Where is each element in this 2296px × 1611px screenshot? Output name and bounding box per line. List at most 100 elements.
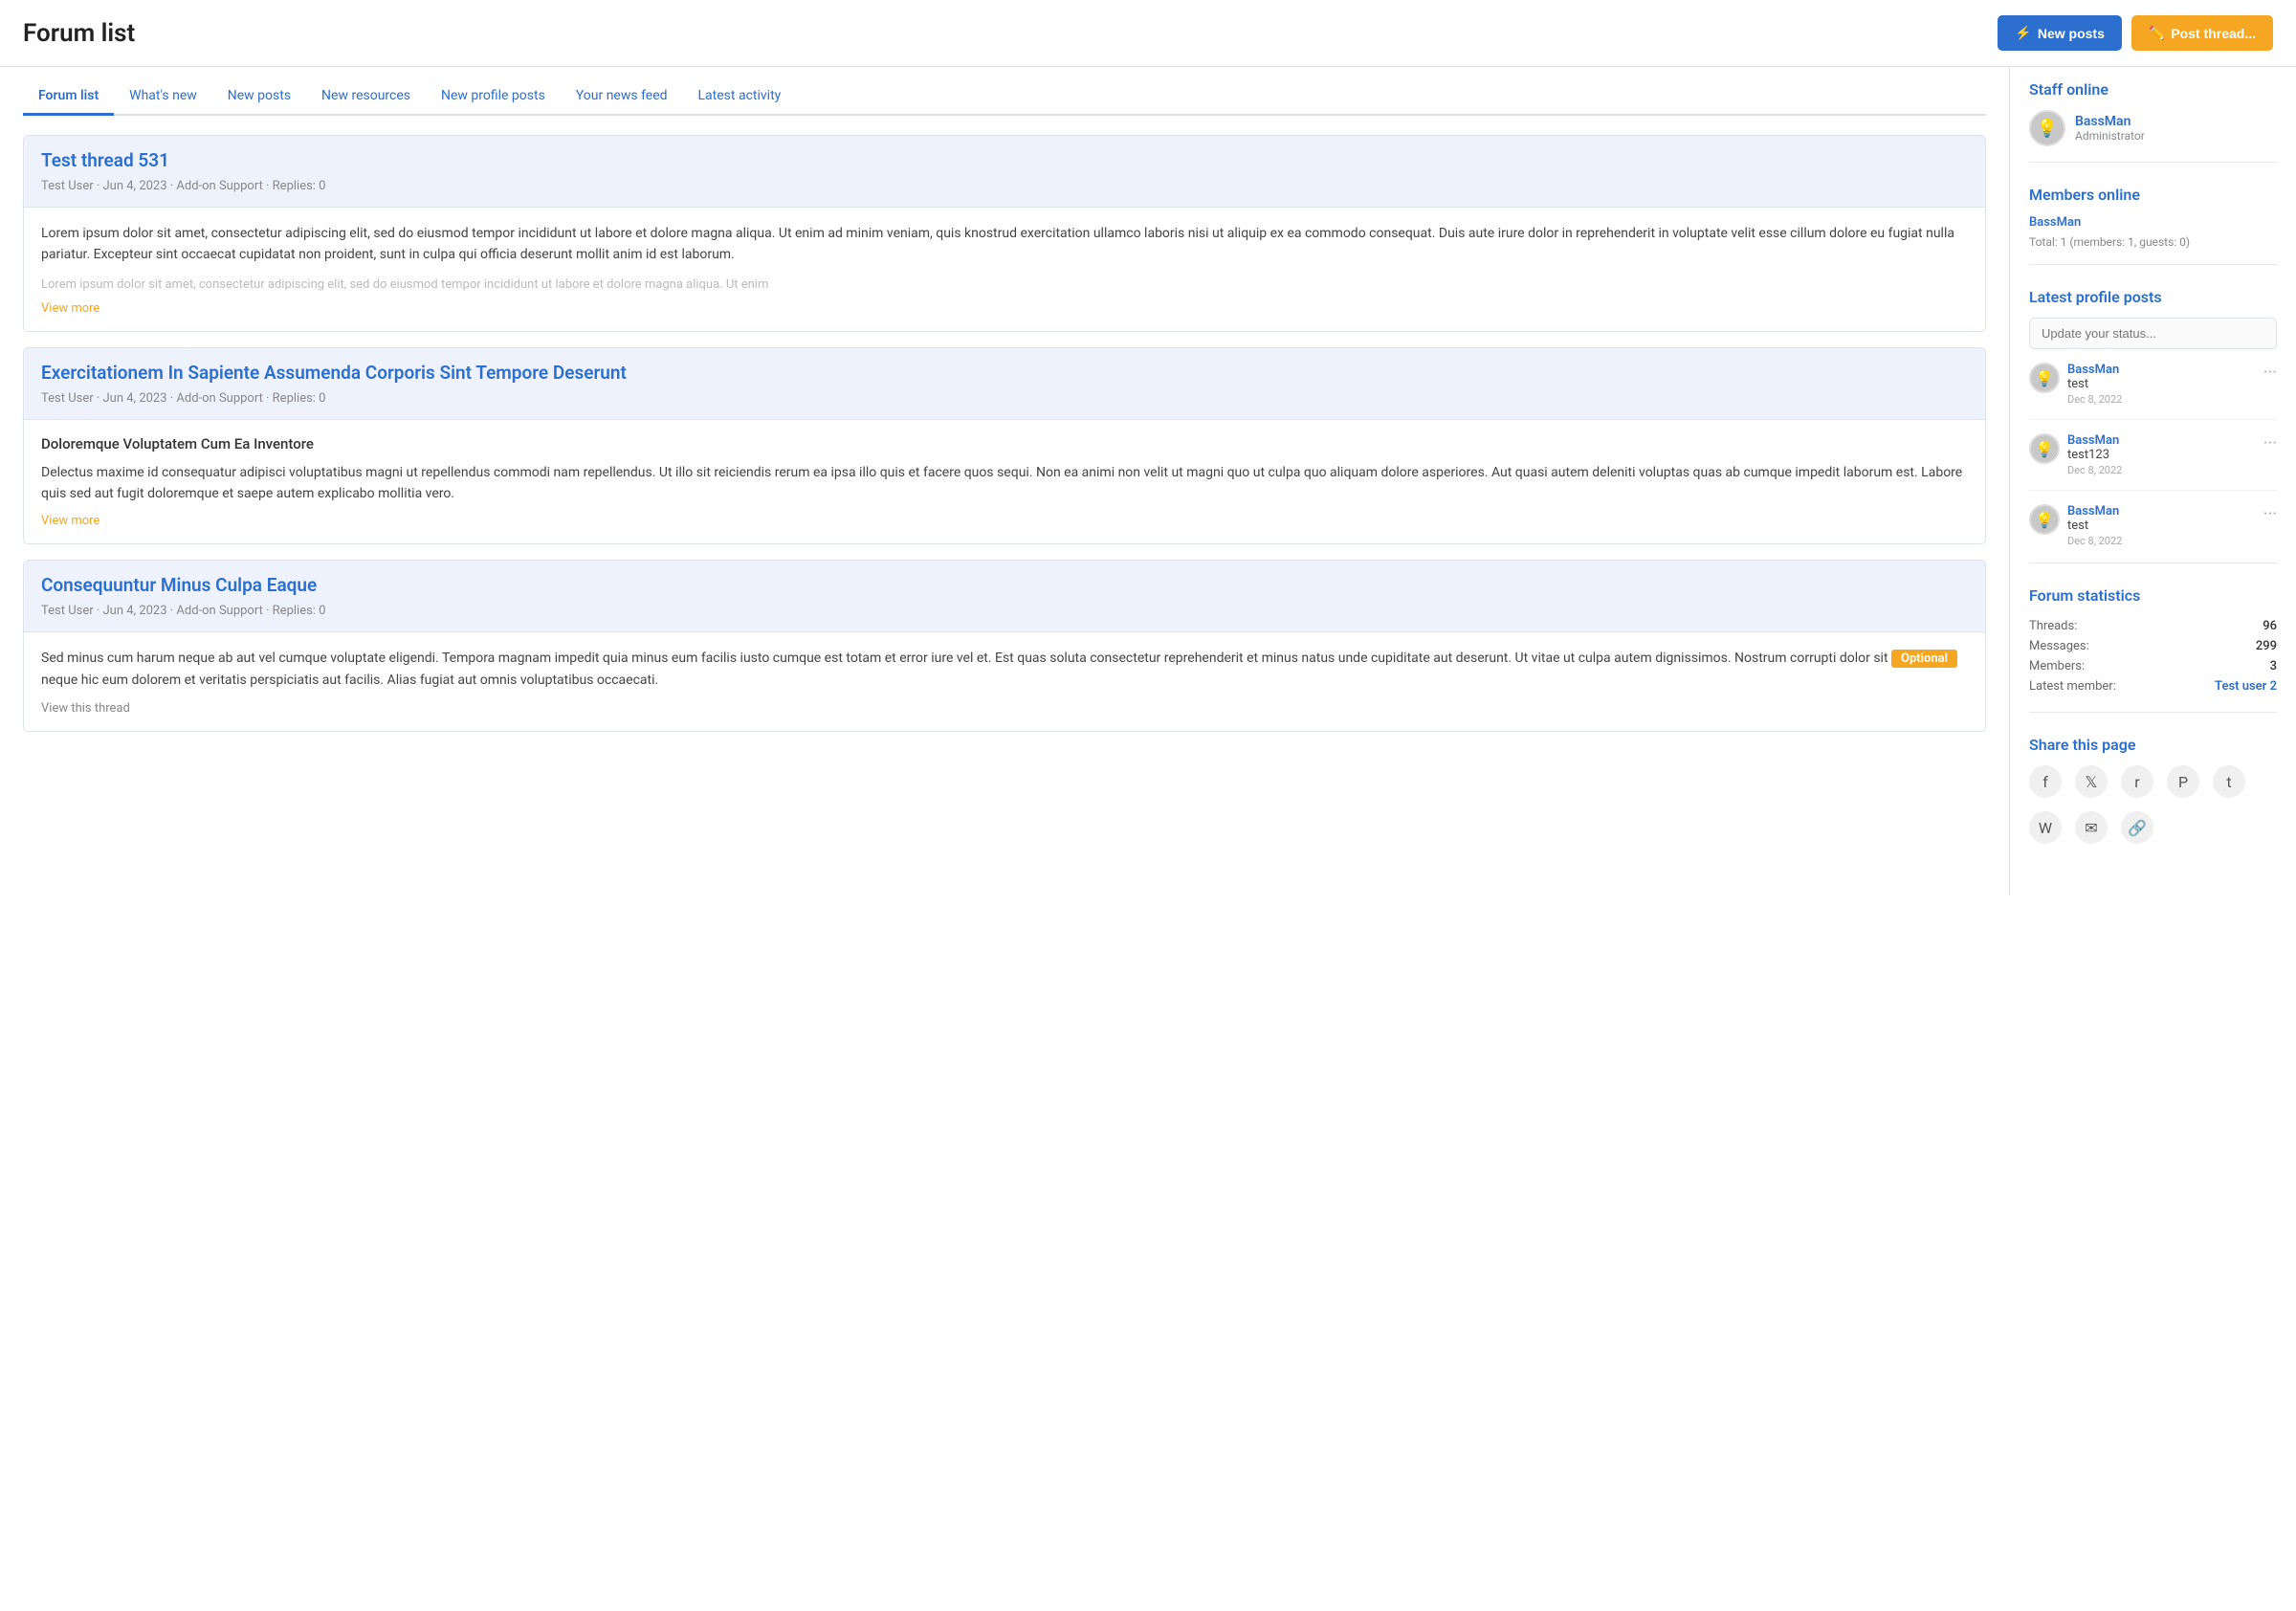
twitter-icon[interactable]: 𝕏 bbox=[2075, 765, 2108, 798]
thread-header: Exercitationem In Sapiente Assumenda Cor… bbox=[24, 348, 1985, 420]
content-area: Forum listWhat's newNew postsNew resourc… bbox=[0, 67, 2009, 895]
status-input[interactable] bbox=[2029, 318, 2277, 349]
threads-container: Test thread 531 Test User · Jun 4, 2023 … bbox=[23, 135, 1986, 732]
view-thread-link[interactable]: View this thread bbox=[41, 701, 1968, 716]
avatar: 💡 bbox=[2029, 110, 2065, 146]
staff-role: Administrator bbox=[2075, 129, 2145, 143]
thread-text: Lorem ipsum dolor sit amet, consectetur … bbox=[41, 223, 1968, 266]
stat-value: 3 bbox=[2270, 659, 2277, 673]
thread-body: Sed minus cum harum neque ab aut vel cum… bbox=[24, 632, 1985, 730]
tab-latest-activity[interactable]: Latest activity bbox=[683, 78, 797, 116]
thread-header: Consequuntur Minus Culpa Eaque Test User… bbox=[24, 561, 1985, 632]
facebook-icon[interactable]: f bbox=[2029, 765, 2062, 798]
link-icon[interactable]: 🔗 bbox=[2121, 811, 2153, 844]
forum-statistics-title: Forum statistics bbox=[2029, 586, 2277, 605]
profile-post: 💡 BassMan test Dec 8, 2022 ··· bbox=[2029, 504, 2277, 547]
profile-post-menu[interactable]: ··· bbox=[2256, 363, 2277, 383]
stat-row: Messages: 299 bbox=[2029, 636, 2277, 656]
profile-post: 💡 BassMan test Dec 8, 2022 ··· bbox=[2029, 363, 2277, 420]
profile-post-name[interactable]: BassMan bbox=[2067, 504, 2248, 519]
thread-meta: Test User · Jun 4, 2023 · Add-on Support… bbox=[41, 604, 1968, 618]
thread-card: Test thread 531 Test User · Jun 4, 2023 … bbox=[23, 135, 1986, 332]
stat-value: 96 bbox=[2263, 619, 2277, 633]
optional-badge: Optional bbox=[1891, 650, 1957, 668]
whatsapp-icon[interactable]: W bbox=[2029, 811, 2062, 844]
pinterest-icon[interactable]: P bbox=[2167, 765, 2199, 798]
thread-text: Delectus maxime id consequatur adipisci … bbox=[41, 462, 1968, 505]
staff-info: BassMan Administrator bbox=[2075, 114, 2145, 143]
profile-post-date: Dec 8, 2022 bbox=[2067, 393, 2248, 406]
stat-label: Members: bbox=[2029, 659, 2085, 673]
tumblr-icon[interactable]: t bbox=[2213, 765, 2245, 798]
profile-post-text: test bbox=[2067, 377, 2248, 391]
thread-title[interactable]: Exercitationem In Sapiente Assumenda Cor… bbox=[41, 362, 627, 384]
stat-value: 299 bbox=[2256, 639, 2277, 653]
sidebar: Staff online 💡 BassMan Administrator Mem… bbox=[2009, 67, 2296, 895]
staff-online-section: Staff online 💡 BassMan Administrator bbox=[2029, 80, 2277, 163]
members-online-title: Members online bbox=[2029, 186, 2277, 204]
profile-post-text: test bbox=[2067, 519, 2248, 533]
profile-post-content: BassMan test123 Dec 8, 2022 bbox=[2067, 433, 2248, 476]
profile-post-avatar: 💡 bbox=[2029, 433, 2060, 464]
profile-post: 💡 BassMan test123 Dec 8, 2022 ··· bbox=[2029, 433, 2277, 491]
share-icons: f 𝕏 r P t W ✉ 🔗 bbox=[2029, 765, 2277, 844]
stats-container: Threads: 96 Messages: 299 Members: 3 Lat… bbox=[2029, 616, 2277, 696]
latest-profile-posts-title: Latest profile posts bbox=[2029, 288, 2277, 306]
view-more-link[interactable]: View more bbox=[41, 301, 1968, 316]
profile-post-menu[interactable]: ··· bbox=[2256, 504, 2277, 524]
thread-meta: Test User · Jun 4, 2023 · Add-on Support… bbox=[41, 391, 1968, 406]
reddit-icon[interactable]: r bbox=[2121, 765, 2153, 798]
stat-row: Latest member: Test user 2 bbox=[2029, 676, 2277, 696]
tab-new-posts[interactable]: New posts bbox=[212, 78, 306, 116]
view-more-link[interactable]: View more bbox=[41, 514, 1968, 528]
tab-forum-list[interactable]: Forum list bbox=[23, 78, 114, 116]
members-online-section: Members online BassMan Total: 1 (members… bbox=[2029, 186, 2277, 265]
main-layout: Forum listWhat's newNew postsNew resourc… bbox=[0, 67, 2296, 895]
thread-body: Doloremque Voluptatem Cum Ea Inventore De… bbox=[24, 420, 1985, 544]
share-page-title: Share this page bbox=[2029, 736, 2277, 754]
top-bar: Forum list New posts Post thread... bbox=[0, 0, 2296, 67]
email-icon[interactable]: ✉ bbox=[2075, 811, 2108, 844]
page-title: Forum list bbox=[23, 19, 135, 48]
thread-subtitle: Doloremque Voluptatem Cum Ea Inventore bbox=[41, 435, 1968, 452]
thread-header: Test thread 531 Test User · Jun 4, 2023 … bbox=[24, 136, 1985, 208]
profile-posts-container: 💡 BassMan test Dec 8, 2022 ··· 💡 BassMan… bbox=[2029, 363, 2277, 547]
profile-post-content: BassMan test Dec 8, 2022 bbox=[2067, 504, 2248, 547]
tab-your-news-feed[interactable]: Your news feed bbox=[561, 78, 683, 116]
stat-row: Members: 3 bbox=[2029, 656, 2277, 676]
post-thread-button[interactable]: Post thread... bbox=[2131, 15, 2273, 51]
stat-label: Threads: bbox=[2029, 619, 2077, 633]
stat-label: Latest member: bbox=[2029, 679, 2116, 694]
thread-card: Consequuntur Minus Culpa Eaque Test User… bbox=[23, 560, 1986, 731]
profile-post-menu[interactable]: ··· bbox=[2256, 433, 2277, 453]
stat-label: Messages: bbox=[2029, 639, 2089, 653]
thread-title[interactable]: Test thread 531 bbox=[41, 149, 169, 171]
forum-statistics-section: Forum statistics Threads: 96 Messages: 2… bbox=[2029, 586, 2277, 713]
tab-new-resources[interactable]: New resources bbox=[306, 78, 426, 116]
thread-text: Sed minus cum harum neque ab aut vel cum… bbox=[41, 648, 1968, 691]
profile-post-name[interactable]: BassMan bbox=[2067, 363, 2248, 377]
staff-name[interactable]: BassMan bbox=[2075, 114, 2145, 129]
thread-body: Lorem ipsum dolor sit amet, consectetur … bbox=[24, 208, 1985, 331]
profile-post-text: test123 bbox=[2067, 448, 2248, 462]
tab-whats-new[interactable]: What's new bbox=[114, 78, 212, 116]
profile-post-date: Dec 8, 2022 bbox=[2067, 535, 2248, 547]
latest-profile-posts-section: Latest profile posts 💡 BassMan test Dec … bbox=[2029, 288, 2277, 563]
staff-member: 💡 BassMan Administrator bbox=[2029, 110, 2277, 146]
new-posts-button[interactable]: New posts bbox=[1998, 15, 2121, 51]
profile-post-content: BassMan test Dec 8, 2022 bbox=[2067, 363, 2248, 406]
profile-post-avatar: 💡 bbox=[2029, 504, 2060, 535]
members-total: Total: 1 (members: 1, guests: 0) bbox=[2029, 235, 2277, 249]
staff-online-title: Staff online bbox=[2029, 80, 2277, 99]
nav-tabs: Forum listWhat's newNew postsNew resourc… bbox=[23, 67, 1986, 116]
members-online-name[interactable]: BassMan bbox=[2029, 215, 2277, 230]
tab-new-profile-posts[interactable]: New profile posts bbox=[426, 78, 561, 116]
profile-post-name[interactable]: BassMan bbox=[2067, 433, 2248, 448]
stat-value-link[interactable]: Test user 2 bbox=[2215, 679, 2277, 694]
thread-card: Exercitationem In Sapiente Assumenda Cor… bbox=[23, 347, 1986, 545]
thread-title[interactable]: Consequuntur Minus Culpa Eaque bbox=[41, 574, 317, 596]
stat-row: Threads: 96 bbox=[2029, 616, 2277, 636]
thread-meta: Test User · Jun 4, 2023 · Add-on Support… bbox=[41, 179, 1968, 193]
profile-post-avatar: 💡 bbox=[2029, 363, 2060, 393]
top-bar-buttons: New posts Post thread... bbox=[1998, 15, 2273, 51]
